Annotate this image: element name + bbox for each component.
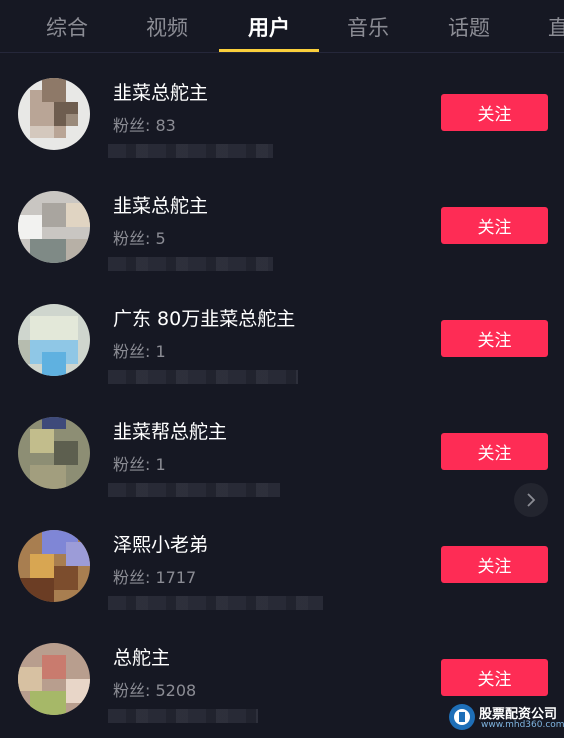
follow-button[interactable]: 关注 [441,433,548,470]
follow-button[interactable]: 关注 [441,659,548,696]
list-item[interactable]: 韭菜帮总舵主 粉丝: 1 关注 [0,395,564,508]
tab-users[interactable]: 用户 [248,12,290,42]
blurred-user-id [108,596,323,610]
list-item[interactable]: 泽熙小老弟 粉丝: 1717 关注 [0,508,564,621]
avatar[interactable] [18,643,90,715]
fan-count: 粉丝: 1 [113,342,166,361]
watermark-url: www.mhd360.com [481,720,564,730]
tab-topics[interactable]: 话题 [448,12,490,42]
follow-button[interactable]: 关注 [441,546,548,583]
avatar[interactable] [18,191,90,263]
search-tab-bar: 综合 视频 用户 音乐 话题 直 [0,0,564,53]
follow-button[interactable]: 关注 [441,320,548,357]
list-item[interactable]: 韭菜总舵主 粉丝: 5 关注 [0,169,564,282]
watermark-logo-icon [449,704,475,730]
user-name: 广东 80万韭菜总舵主 [113,308,296,330]
fan-count: 粉丝: 5208 [113,681,197,700]
user-name: 韭菜总舵主 [113,82,209,104]
avatar[interactable] [18,417,90,489]
blurred-user-id [108,370,298,384]
list-item[interactable]: 韭菜总舵主 粉丝: 83 关注 [0,56,564,169]
list-item[interactable]: 广东 80万韭菜总舵主 粉丝: 1 关注 [0,282,564,395]
avatar[interactable] [18,530,90,602]
follow-button[interactable]: 关注 [441,207,548,244]
avatar[interactable] [18,304,90,376]
user-name: 泽熙小老弟 [113,534,209,556]
user-name: 总舵主 [113,647,171,669]
blurred-user-id [108,257,273,271]
tab-videos[interactable]: 视频 [146,12,188,42]
fan-count: 粉丝: 1 [113,455,166,474]
avatar[interactable] [18,78,90,150]
blurred-user-id [108,709,258,723]
tab-music[interactable]: 音乐 [347,12,389,42]
chevron-right-icon[interactable] [514,483,548,517]
blurred-user-id [108,144,273,158]
fan-count: 粉丝: 5 [113,229,166,248]
blurred-user-id [108,483,280,497]
fan-count: 粉丝: 83 [113,116,176,135]
tab-comprehensive[interactable]: 综合 [46,12,88,42]
user-name: 韭菜帮总舵主 [113,421,228,443]
fan-count: 粉丝: 1717 [113,568,197,587]
watermark: 股票配资公司 www.mhd360.com [447,700,564,734]
follow-button[interactable]: 关注 [441,94,548,131]
user-name: 韭菜总舵主 [113,195,209,217]
active-tab-indicator [219,49,319,52]
tab-live[interactable]: 直 [548,12,564,42]
